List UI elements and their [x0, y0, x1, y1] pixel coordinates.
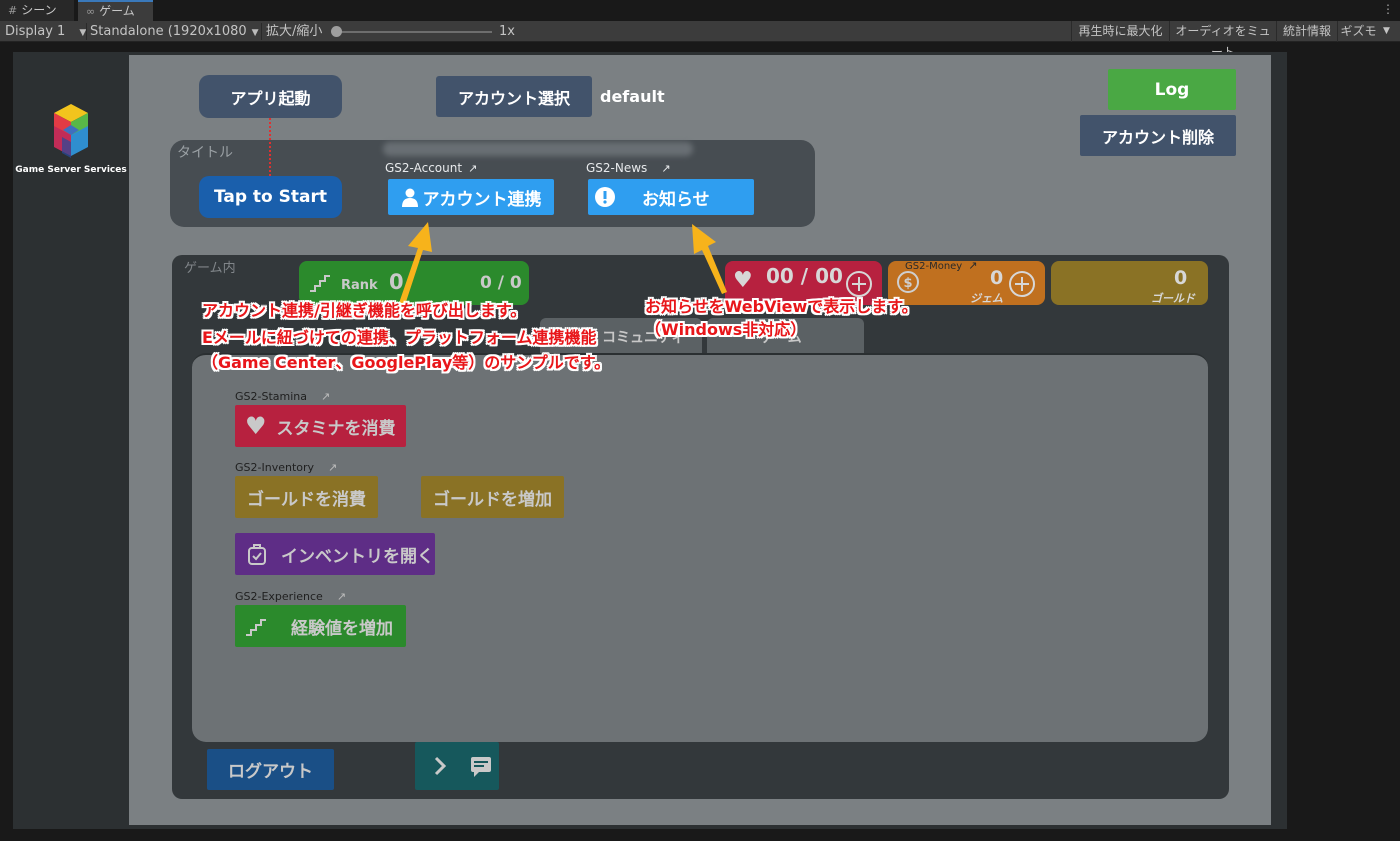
external-link-icon: ↗	[328, 461, 338, 474]
scale-value: 1x	[499, 24, 515, 39]
tab-game[interactable]: ∞ ゲーム	[78, 0, 153, 21]
divider	[261, 23, 262, 40]
gem-value: 0	[990, 267, 1004, 289]
display-label: Display 1	[5, 24, 66, 39]
consume-stamina-button[interactable]: ♥ スタミナを消費	[235, 405, 406, 447]
gs2-news-label[interactable]: GS2-News ↗	[586, 161, 671, 175]
maximize-on-play-toggle[interactable]: 再生時に最大化	[1071, 21, 1169, 42]
external-link-icon: ↗	[661, 162, 671, 175]
add-experience-label: 経験値を増加	[291, 618, 393, 639]
chevron-down-icon: ▼	[251, 28, 259, 38]
account-delete-button[interactable]: アカウント削除	[1080, 115, 1236, 156]
gizmos-toggle[interactable]: ギズモ	[1337, 21, 1379, 42]
account-link-label: アカウント連携	[422, 189, 542, 210]
alert-icon	[595, 187, 615, 207]
gs2-account-label[interactable]: GS2-Account ↗	[385, 161, 477, 175]
svg-text:$: $	[903, 276, 912, 291]
scale-slider-handle[interactable]	[331, 26, 342, 37]
experience-value: 0 / 0	[480, 273, 522, 293]
external-link-icon: ↗	[321, 390, 331, 403]
chat-toggle-button[interactable]	[415, 742, 499, 790]
divider	[86, 23, 87, 40]
game-view-toolbar: Display 1 ▼ Standalone (1920x1080 ▼ 拡大/縮小 …	[0, 21, 1400, 59]
add-stamina-icon[interactable]	[845, 270, 873, 298]
user-icon	[401, 188, 418, 207]
unity-editor: # シーン ∞ ゲーム ⋮ Display 1 ▼ Standalone (1920x…	[0, 0, 1400, 841]
add-gold-button[interactable]: ゴールドを増加	[421, 476, 564, 518]
account-annotation-line3: （Game Center、GooglePlay等）のサンプルです。	[202, 353, 611, 372]
in-game-panel-label: ゲーム内	[184, 261, 236, 276]
scale-label: 拡大/縮小	[266, 24, 323, 39]
tap-to-start-button[interactable]: Tap to Start	[199, 176, 342, 218]
log-button[interactable]: Log	[1108, 69, 1236, 110]
tab-scene[interactable]: # シーン	[0, 0, 74, 21]
gs2-inventory-label[interactable]: GS2-Inventory ↗	[235, 461, 337, 474]
heart-icon: ♥	[733, 268, 753, 293]
tab-game-label: ゲーム	[99, 4, 135, 18]
stairs-icon	[310, 275, 330, 292]
stairs-icon	[246, 619, 266, 636]
gs2-stamina-label[interactable]: GS2-Stamina ↗	[235, 390, 330, 403]
stats-toggle[interactable]: 統計情報	[1276, 21, 1337, 42]
account-annotation-line2: Eメールに紐づけての連携、プラットフォーム連携機能	[202, 328, 597, 347]
news-button[interactable]: お知らせ	[588, 179, 754, 215]
blurred-user-id	[383, 142, 693, 156]
arrow-to-news	[692, 224, 727, 294]
scale-slider-track[interactable]	[334, 31, 492, 33]
title-panel-label: タイトル	[177, 145, 233, 161]
editor-tab-bar: # シーン ∞ ゲーム ⋮	[0, 0, 1400, 21]
account-name: default	[600, 87, 665, 106]
resolution-label: Standalone (1920x1080	[90, 24, 247, 39]
grid-icon: #	[8, 4, 18, 17]
arrow-to-account-link	[398, 222, 432, 308]
app-start-button[interactable]: アプリ起動	[199, 75, 342, 118]
gizmos-dropdown-icon[interactable]: ▼	[1383, 21, 1390, 42]
news-annotation-line1: お知らせをWebViewで表示します。	[645, 297, 918, 316]
logout-button[interactable]: ログアウト	[207, 749, 334, 790]
connector-line	[269, 118, 271, 176]
rank-label: Rank	[341, 278, 378, 293]
consume-gold-button[interactable]: ゴールドを消費	[235, 476, 378, 518]
logo-text: Game Server Services	[15, 165, 127, 175]
resolution-dropdown[interactable]: Standalone (1920x1080 ▼	[90, 21, 259, 42]
tab-scene-label: シーン	[21, 3, 57, 17]
gamepad-icon: ∞	[86, 5, 96, 18]
gold-value: 0	[1174, 267, 1188, 289]
news-annotation-line2: （Windows非対応）	[645, 320, 807, 339]
display-dropdown[interactable]: Display 1 ▼	[5, 21, 86, 42]
add-experience-button[interactable]: 経験値を増加	[235, 605, 406, 647]
chat-icon	[434, 756, 491, 777]
account-link-button[interactable]: アカウント連携	[388, 179, 554, 215]
gem-label: ジェム	[970, 292, 1003, 305]
account-select-button[interactable]: アカウント選択	[436, 76, 592, 117]
news-label: お知らせ	[642, 189, 710, 210]
consume-stamina-label: スタミナを消費	[276, 418, 396, 439]
heart-icon: ♥	[245, 412, 267, 440]
account-annotation-line1: アカウント連携/引継ぎ機能を呼び出します。	[202, 301, 527, 320]
add-gem-icon[interactable]	[1008, 270, 1036, 298]
gold-label: ゴールド	[1151, 292, 1195, 305]
coin-icon: $	[897, 271, 919, 293]
external-link-icon: ↗	[336, 590, 347, 603]
external-link-icon: ↗	[968, 259, 978, 272]
mute-audio-toggle[interactable]: オーディオをミュート	[1169, 21, 1276, 59]
external-link-icon: ↗	[468, 162, 478, 175]
stamina-value: 00 / 00	[766, 264, 843, 288]
open-inventory-label: インベントリを開く	[281, 546, 434, 567]
more-options-icon[interactable]: ⋮	[1382, 2, 1394, 16]
open-inventory-button[interactable]: インベントリを開く	[235, 533, 435, 575]
backpack-icon	[248, 544, 266, 565]
gs2-experience-label[interactable]: GS2-Experience ↗	[235, 590, 346, 603]
